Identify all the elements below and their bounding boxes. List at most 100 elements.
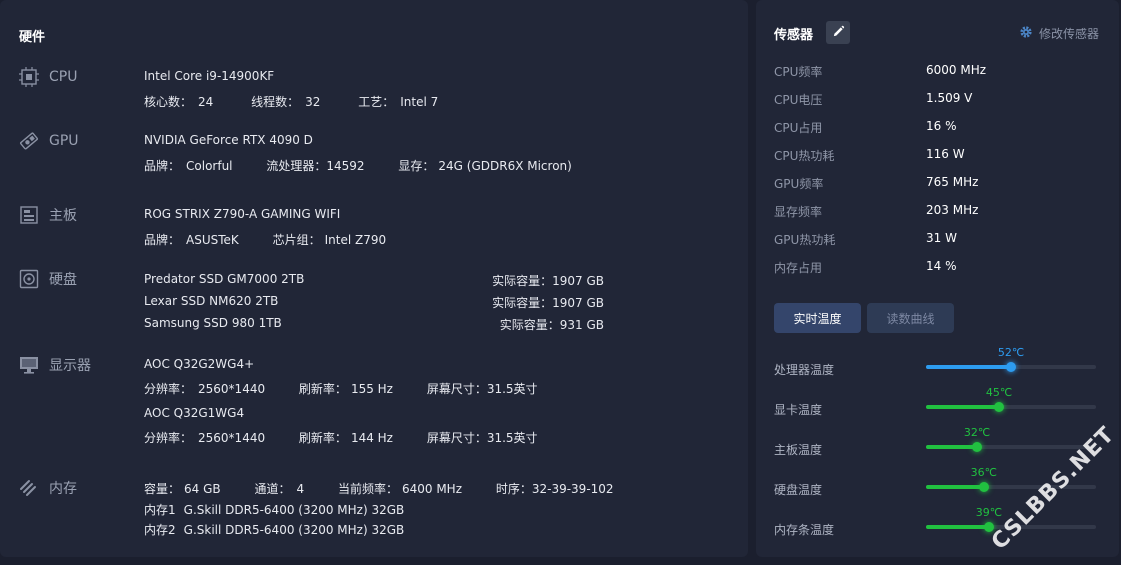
category-memory: 内存 <box>18 477 77 499</box>
gpu-model: NVIDIA GeForce RTX 4090 D <box>144 133 313 147</box>
memory-label: 内存 <box>49 481 77 497</box>
reading-value: 31 W <box>926 231 957 245</box>
memory-stick-2: 内存2 G.Skill DDR5-6400 (3200 MHz) 32GB <box>144 521 404 538</box>
temp-label: 内存条温度 <box>774 523 835 537</box>
cpu-label: CPU <box>49 69 78 85</box>
reading-value: 116 W <box>926 147 965 161</box>
mem-channel-key: 通道： <box>254 482 291 496</box>
reading-key: CPU频率 <box>774 65 823 79</box>
modify-sensor-label: 修改传感器 <box>1038 27 1099 41</box>
mem-freq-key: 当前频率： <box>337 482 398 496</box>
display-label: 显示器 <box>49 358 91 374</box>
temp-bar-knob <box>1006 362 1016 372</box>
disk-label: 硬盘 <box>49 272 77 288</box>
m2-res-key: 分辨率： <box>144 431 193 445</box>
gpu-label: GPU <box>49 133 79 149</box>
pencil-icon <box>832 23 845 42</box>
mem2-name: G.Skill DDR5-6400 (3200 MHz) 32GB <box>183 523 405 537</box>
cpu-process-key: 工艺： <box>358 95 395 109</box>
temp-bar-fill <box>926 485 984 489</box>
disk-name-3: Samsung SSD 980 1TB <box>144 316 282 330</box>
mem-cap-value: 64 GB <box>184 482 221 496</box>
modify-sensor-button[interactable]: 修改传感器 <box>1019 24 1099 43</box>
mb-chipset-value: Intel Z790 <box>324 233 387 247</box>
mem-freq-value: 6400 MHz <box>401 482 462 496</box>
reading-value: 6000 MHz <box>926 63 987 77</box>
mem-timing-value: 32-39-39-102 <box>531 482 614 496</box>
gpu-stream-key: 流处理器： <box>266 159 327 173</box>
cpu-threads-key: 线程数： <box>251 95 300 109</box>
reading-key: GPU热功耗 <box>774 233 836 247</box>
monitor-details-1: 分辨率： 2560*1440 刷新率： 155 Hz 屏幕尺寸：31.5英寸 <box>144 380 538 397</box>
reading-key: 显存频率 <box>774 205 823 219</box>
sensor-title: 传感器 <box>774 28 814 43</box>
hardware-panel: 硬件 CPU Intel Core i9-14900KF 核心数： 24 线程数：… <box>0 0 748 557</box>
temp-bar-fill <box>926 525 989 529</box>
temp-bar-knob <box>994 402 1005 412</box>
gpu-stream-value: 14592 <box>326 159 365 173</box>
mem2-slot: 内存2 <box>144 523 176 537</box>
cpu-chip-icon <box>18 66 40 88</box>
m1-res-value: 2560*1440 <box>198 382 266 396</box>
reading-key: CPU热功耗 <box>774 149 835 163</box>
temp-bar <box>926 442 1096 452</box>
disk-capacity-1: 实际容量：1907 GB <box>492 274 604 288</box>
m2-res-value: 2560*1440 <box>198 431 266 445</box>
category-display: 显示器 <box>18 354 91 376</box>
temp-bar-fill <box>926 445 977 449</box>
temp-value: 52℃ <box>997 346 1025 359</box>
tab-realtime-temp[interactable]: 实时温度 <box>774 303 861 333</box>
temp-bar-fill <box>926 405 1000 409</box>
reading-value: 16 % <box>926 119 957 133</box>
temp-value: 36℃ <box>970 466 997 479</box>
category-cpu: CPU <box>18 66 77 88</box>
reading-key: 内存占用 <box>774 261 823 275</box>
monitor-icon <box>18 354 40 376</box>
memory-summary: 容量： 64 GB 通道： 4 当前频率： 6400 MHz 时序：32-39-39-… <box>144 480 614 497</box>
m1-rate-value: 155 Hz <box>350 382 393 396</box>
cpu-cores-key: 核心数： <box>144 95 193 109</box>
gpu-details: 品牌： Colorful 流处理器：14592 显存： 24G (GDDR6X Mi… <box>144 157 572 174</box>
temp-value: 45℃ <box>985 386 1013 399</box>
m2-rate-value: 144 Hz <box>350 431 393 445</box>
mb-brand-value: ASUSTeK <box>186 233 239 247</box>
temp-bar-fill <box>926 365 1011 369</box>
cpu-threads-value: 32 <box>305 95 321 109</box>
reading-value: 203 MHz <box>926 203 979 217</box>
reading-key: CPU占用 <box>774 121 823 135</box>
motherboard-icon <box>18 204 40 226</box>
category-motherboard: 主板 <box>18 204 77 226</box>
monitor-details-2: 分辨率： 2560*1440 刷新率： 144 Hz 屏幕尺寸：31.5英寸 <box>144 429 538 446</box>
m1-rate-key: 刷新率： <box>298 382 347 396</box>
gpu-brand-key: 品牌： <box>144 159 181 173</box>
hardware-title: 硬件 <box>19 30 46 45</box>
memory-stick-icon <box>18 477 40 499</box>
gpu-vram-value: 24G (GDDR6X Micron) <box>438 159 572 173</box>
disk-name-1: Predator SSD GM7000 2TB <box>144 272 305 286</box>
mem-cap-key: 容量： <box>144 482 181 496</box>
mem-timing-key: 时序： <box>495 482 532 496</box>
temp-bar-knob <box>972 442 982 452</box>
reading-value: 14 % <box>926 259 957 273</box>
temp-label: 显卡温度 <box>774 403 823 417</box>
motherboard-details: 品牌： ASUSTeK 芯片组： Intel Z790 <box>144 231 386 248</box>
gpu-vram-key: 显存： <box>398 159 435 173</box>
reading-key: CPU电压 <box>774 93 823 107</box>
gpu-brand-value: Colorful <box>186 159 233 173</box>
gear-icon <box>1019 24 1033 43</box>
m1-res-key: 分辨率： <box>144 382 193 396</box>
reading-key: GPU频率 <box>774 177 824 191</box>
category-disk: 硬盘 <box>18 268 77 290</box>
mem1-name: G.Skill DDR5-6400 (3200 MHz) 32GB <box>183 503 405 517</box>
temp-value: 39℃ <box>975 506 1003 519</box>
temp-label: 硬盘温度 <box>774 483 823 497</box>
temp-value: 32℃ <box>963 426 991 439</box>
tab-reading-curve[interactable]: 读数曲线 <box>867 303 954 333</box>
motherboard-label: 主板 <box>49 208 77 224</box>
cpu-model: Intel Core i9-14900KF <box>144 69 275 83</box>
monitor-model-1: AOC Q32G2WG4+ <box>144 357 255 371</box>
edit-sensor-button[interactable] <box>826 21 850 44</box>
temp-label: 主板温度 <box>774 443 823 457</box>
mb-brand-key: 品牌： <box>144 233 181 247</box>
reading-value: 765 MHz <box>926 175 979 189</box>
